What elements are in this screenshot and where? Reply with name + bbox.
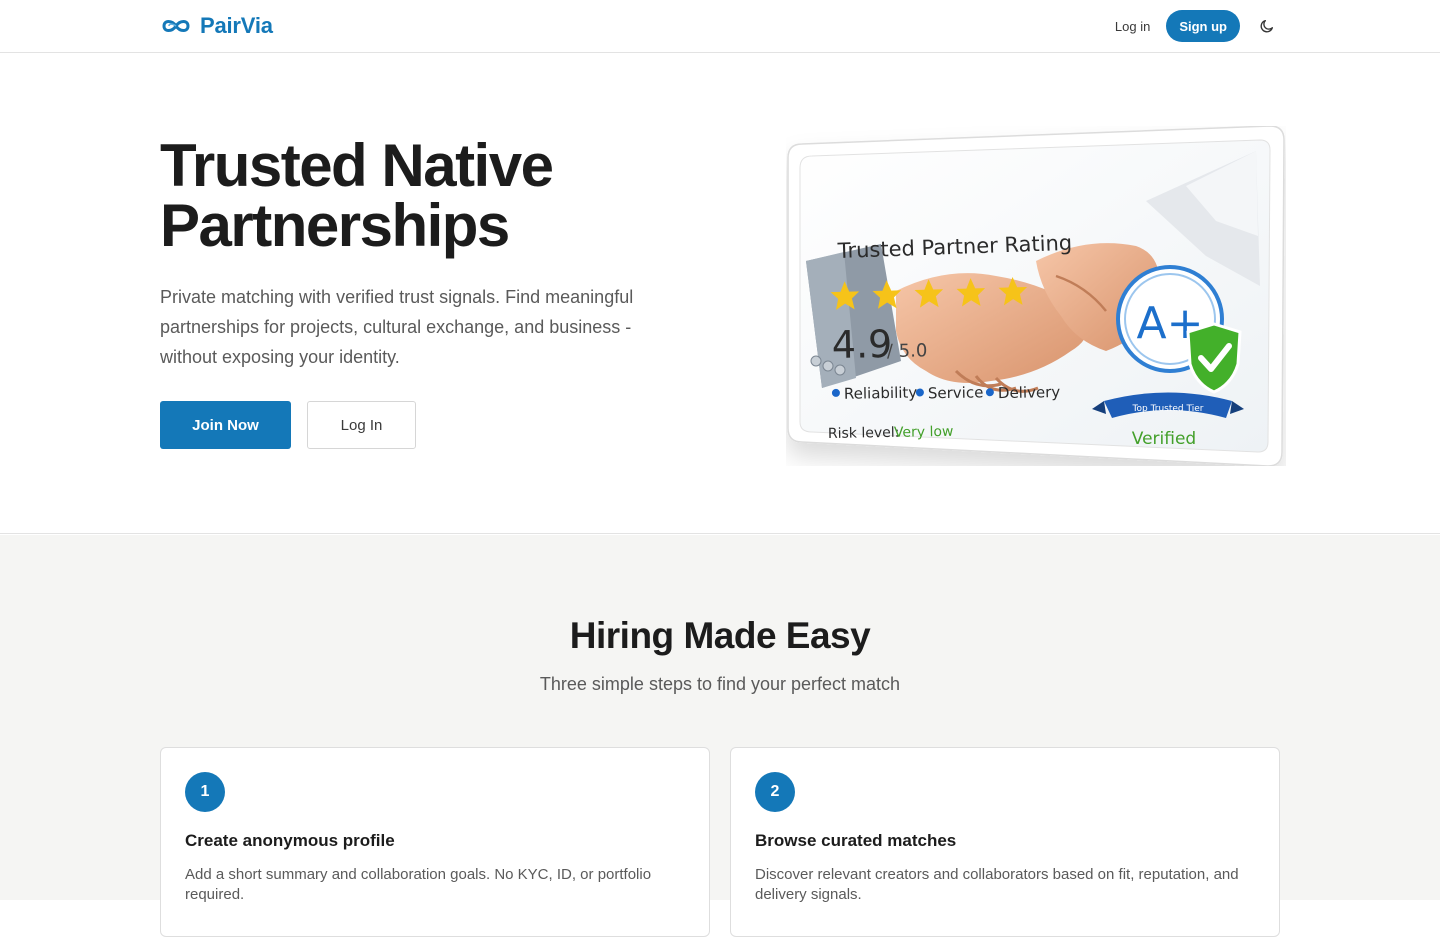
trust-signals: Reliability Service Delivery — [831, 383, 1061, 403]
step-number-badge: 2 — [755, 772, 795, 812]
signal-service: Service — [928, 383, 984, 402]
step-card: 2 Browse curated matches Discover releva… — [730, 747, 1280, 937]
signal-delivery: Delivery — [998, 383, 1061, 402]
step-title: Browse curated matches — [755, 831, 957, 850]
rating-score: 4.9 — [831, 322, 892, 367]
step-title: Create anonymous profile — [185, 831, 395, 850]
infinity-logo-icon — [162, 20, 190, 32]
hero-subtitle: Private matching with verified trust sig… — [160, 287, 634, 367]
header-signup-button[interactable]: Sign up — [1166, 10, 1240, 42]
header-login-link[interactable]: Log in — [1113, 13, 1152, 40]
step-number-badge: 1 — [185, 772, 225, 812]
site-header: PairVia Log in Sign up — [0, 0, 1440, 53]
brand-logo-link[interactable]: PairVia — [160, 12, 273, 40]
step-card: 1 Create anonymous profile Add a short s… — [160, 747, 710, 937]
step-description: Discover relevant creators and collabora… — [755, 866, 1239, 903]
trust-rating-illustration: Trusted Partner Rating 4.9 / 5.0 Reliabi… — [787, 126, 1285, 466]
risk-label: Risk level: — [828, 425, 900, 442]
signal-reliability: Reliability — [844, 384, 918, 403]
verified-label: Verified — [1132, 429, 1196, 449]
rating-score-max: / 5.0 — [887, 340, 928, 362]
join-now-button[interactable]: Join Now — [160, 401, 291, 449]
hero-login-button[interactable]: Log In — [307, 401, 416, 449]
brand-name: PairVia — [200, 13, 273, 38]
risk-value: Very low — [894, 424, 954, 441]
steps-section: Hiring Made Easy Three simple steps to f… — [0, 535, 1440, 937]
steps-subtitle: Three simple steps to find your perfect … — [539, 674, 901, 694]
theme-toggle-button[interactable] — [1254, 10, 1280, 42]
moon-icon — [1260, 20, 1273, 33]
tier-label: Top Trusted Tier — [1132, 404, 1204, 414]
header-nav: Log in Sign up — [1113, 10, 1280, 42]
hero-section: Trusted Native Partnerships Private matc… — [0, 54, 1440, 534]
hero-title: Trusted Native Partnerships — [160, 132, 554, 259]
step-description: Add a short summary and collaboration go… — [185, 866, 652, 903]
steps-title: Hiring Made Easy — [569, 615, 871, 656]
